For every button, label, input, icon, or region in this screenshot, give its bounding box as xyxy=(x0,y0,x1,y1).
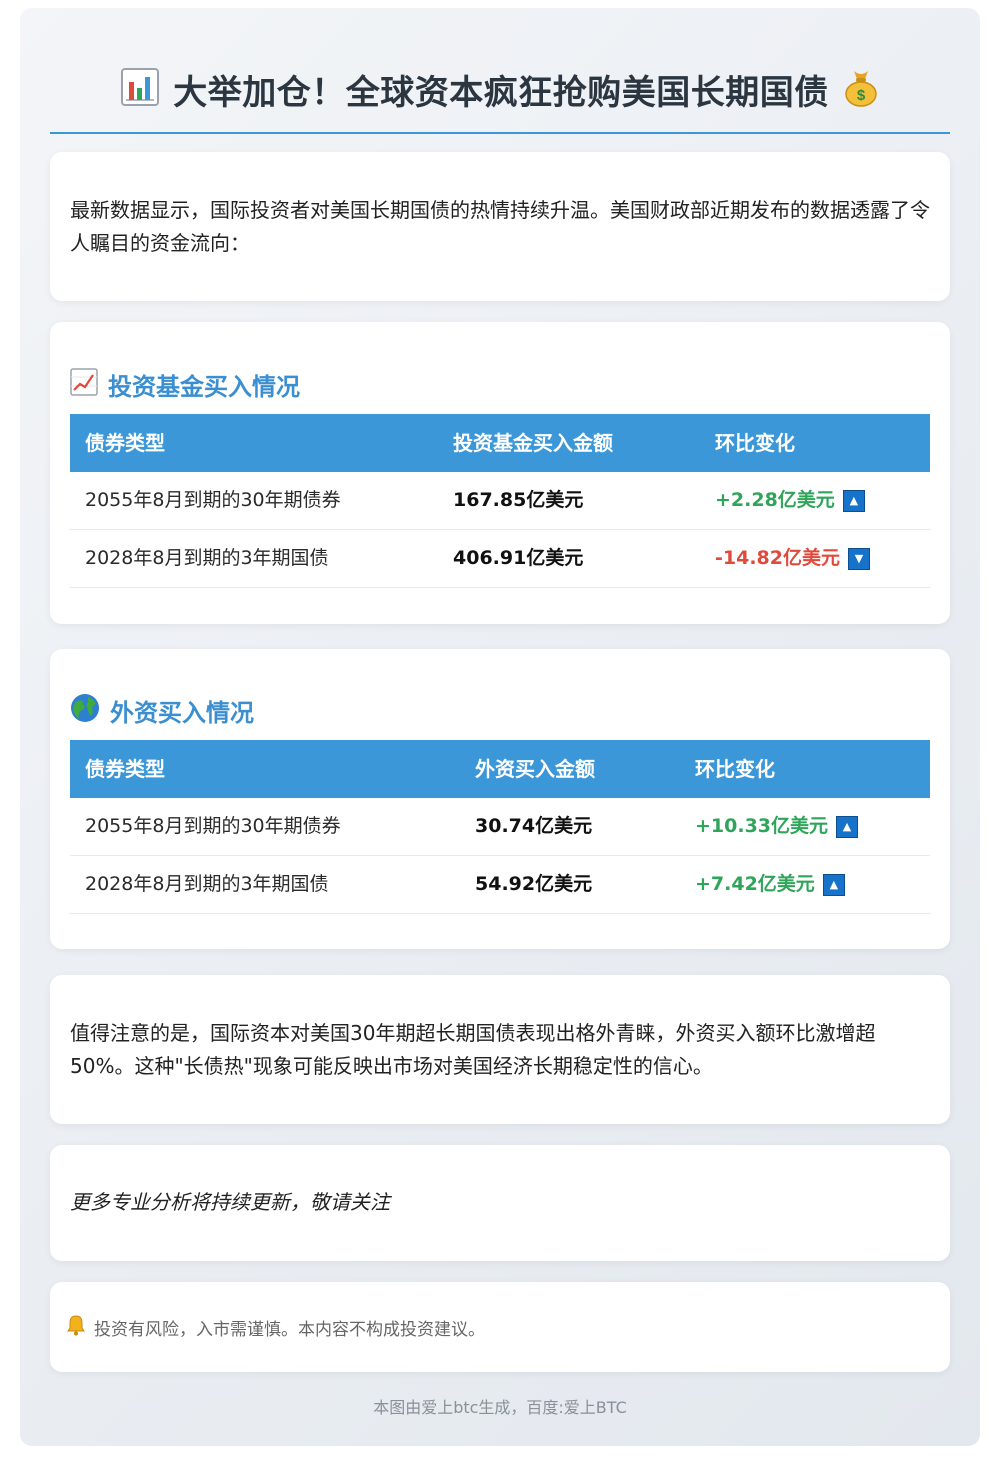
table-row: 2055年8月到期的30年期债券 30.74亿美元 +10.33亿美元 ▲ xyxy=(70,798,930,856)
column-header-amount: 投资基金买入金额 xyxy=(453,431,613,455)
bond-cell: 2055年8月到期的30年期债券 xyxy=(85,489,341,511)
amount-cell: 30.74亿美元 xyxy=(475,815,593,837)
page-container: 大举加仓！全球资本疯狂抢购美国长期国债 $ 最新数据显示，国际投资者对美国长期国… xyxy=(20,8,980,1446)
trend-up-icon xyxy=(70,368,98,400)
bond-cell: 2055年8月到期的30年期债券 xyxy=(85,815,341,837)
column-header-change: 环比变化 xyxy=(695,757,775,781)
change-cell: +7.42亿美元 ▲ xyxy=(695,856,845,913)
table-row: 2028年8月到期的3年期国债 406.91亿美元 -14.82亿美元 ▼ xyxy=(70,530,930,588)
change-cell: -14.82亿美元 ▼ xyxy=(715,530,870,587)
arrow-down-icon: ▼ xyxy=(848,547,870,570)
globe-icon xyxy=(70,693,100,727)
change-value: +7.42亿美元 xyxy=(695,873,815,895)
footer-text: 本图由爱上btc生成，百度:爱上BTC xyxy=(373,1398,627,1417)
fund-section-header: 投资基金买入情况 xyxy=(70,366,300,402)
amount-cell: 54.92亿美元 xyxy=(475,873,593,895)
arrow-up-icon: ▲ xyxy=(842,489,865,512)
fund-table: 债券类型 投资基金买入金额 环比变化 2055年8月到期的30年期债券 167.… xyxy=(70,414,930,588)
table-row: 2055年8月到期的30年期债券 167.85亿美元 +2.28亿美元 ▲ xyxy=(70,472,930,530)
column-header-bond: 债券类型 xyxy=(85,757,165,781)
change-cell: +2.28亿美元 ▲ xyxy=(715,472,865,529)
bond-cell: 2028年8月到期的3年期国债 xyxy=(85,547,329,569)
foreign-table-header: 债券类型 外资买入金额 环比变化 xyxy=(70,740,930,798)
disclaimer: 投资有风险，入市需谨慎。本内容不构成投资建议。 xyxy=(66,1282,485,1372)
note-text: 值得注意的是，国际资本对美国30年期超长期国债表现出格外青睐，外资买入额环比激增… xyxy=(70,1021,876,1078)
fund-table-header: 债券类型 投资基金买入金额 环比变化 xyxy=(70,414,930,472)
svg-text:$: $ xyxy=(857,87,866,104)
change-cell: +10.33亿美元 ▲ xyxy=(695,798,859,855)
foreign-section-card: 外资买入情况 债券类型 外资买入金额 环比变化 2055年8月到期的30年期债券… xyxy=(50,649,950,949)
more-card: 更多专业分析将持续更新，敬请关注 xyxy=(50,1145,950,1261)
change-value: +2.28亿美元 xyxy=(715,489,835,511)
column-header-change: 环比变化 xyxy=(715,431,795,455)
arrow-up-icon: ▲ xyxy=(836,815,859,838)
bond-cell: 2028年8月到期的3年期国债 xyxy=(85,873,329,895)
amount-cell: 406.91亿美元 xyxy=(453,547,584,569)
foreign-section-header: 外资买入情况 xyxy=(70,692,254,728)
intro-card: 最新数据显示，国际投资者对美国长期国债的热情持续升温。美国财政部近期发布的数据透… xyxy=(50,152,950,301)
amount-cell: 167.85亿美元 xyxy=(453,489,584,511)
fund-section-card: 投资基金买入情况 债券类型 投资基金买入金额 环比变化 2055年8月到期的30… xyxy=(50,322,950,624)
table-row: 2028年8月到期的3年期国债 54.92亿美元 +7.42亿美元 ▲ xyxy=(70,856,930,914)
page-title: 大举加仓！全球资本疯狂抢购美国长期国债 xyxy=(173,72,829,113)
foreign-section-title: 外资买入情况 xyxy=(110,698,254,727)
more-text: 更多专业分析将持续更新，敬请关注 xyxy=(70,1190,390,1214)
page-header: 大举加仓！全球资本疯狂抢购美国长期国债 $ xyxy=(50,52,950,134)
intro-text: 最新数据显示，国际投资者对美国长期国债的热情持续升温。美国财政部近期发布的数据透… xyxy=(70,198,930,255)
change-value: +10.33亿美元 xyxy=(695,815,829,837)
column-header-amount: 外资买入金额 xyxy=(475,757,595,781)
note-card: 值得注意的是，国际资本对美国30年期超长期国债表现出格外青睐，外资买入额环比激增… xyxy=(50,975,950,1124)
fund-section-title: 投资基金买入情况 xyxy=(108,372,300,401)
money-bag-icon: $ xyxy=(843,67,879,111)
change-value: -14.82亿美元 xyxy=(715,547,840,569)
disclaimer-text: 投资有风险，入市需谨慎。本内容不构成投资建议。 xyxy=(94,1319,485,1340)
bell-icon xyxy=(66,1314,86,1341)
column-header-bond: 债券类型 xyxy=(85,431,165,455)
bar-chart-icon xyxy=(121,68,160,110)
disclaimer-card: 投资有风险，入市需谨慎。本内容不构成投资建议。 xyxy=(50,1282,950,1372)
foreign-table: 债券类型 外资买入金额 环比变化 2055年8月到期的30年期债券 30.74亿… xyxy=(70,740,930,914)
arrow-up-icon: ▲ xyxy=(822,873,845,896)
